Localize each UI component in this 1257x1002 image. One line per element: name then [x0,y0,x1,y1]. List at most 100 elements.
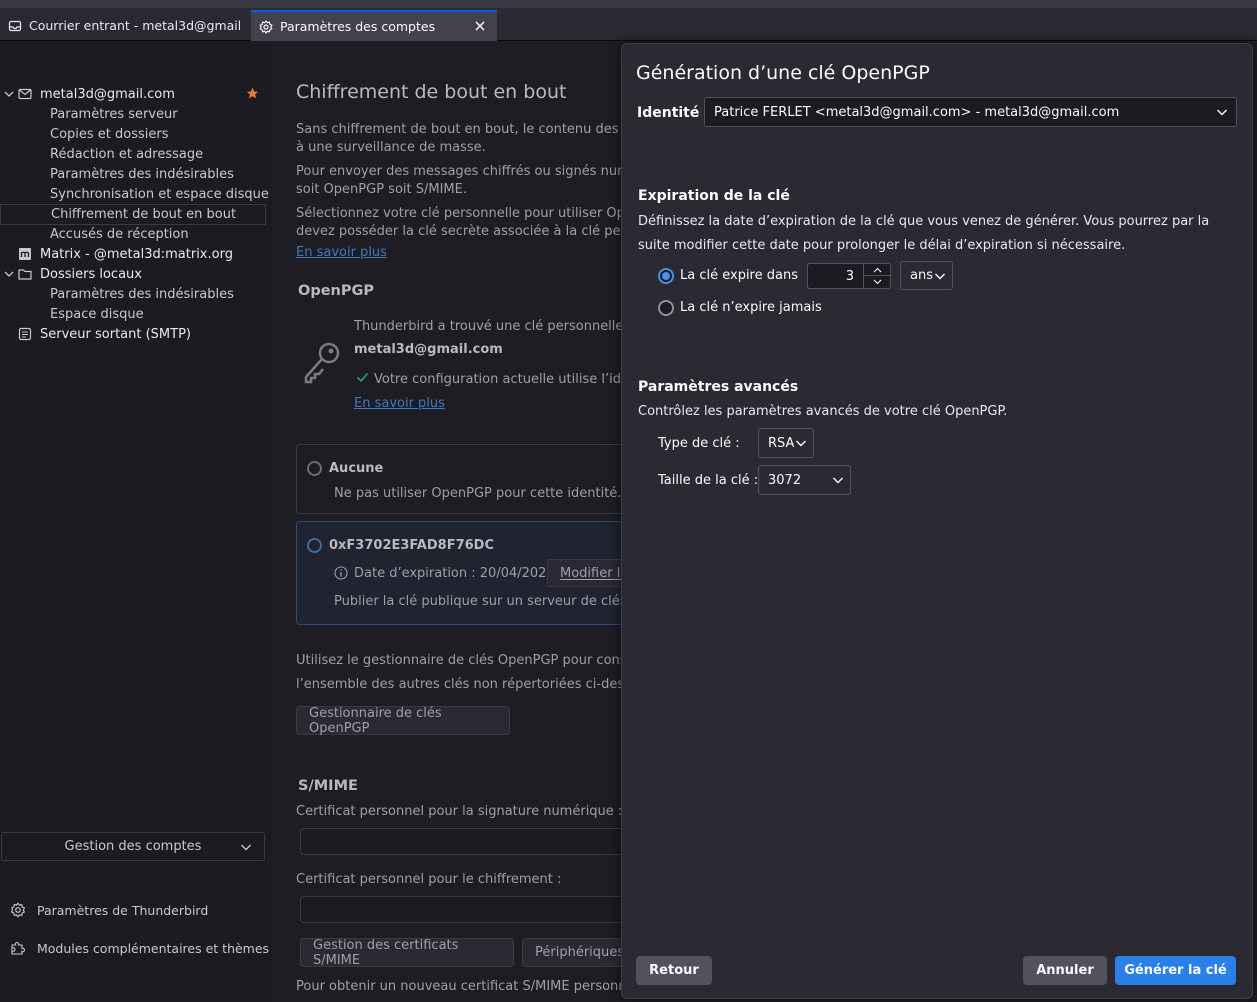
cert-sign-label: Certificat personnel pour la signature n… [296,804,623,819]
chevron-down-icon [873,279,881,285]
sidebar-item-copies-folders[interactable]: Copies et dossiers [0,124,266,144]
account-name: metal3d@gmail.com [40,86,175,102]
sidebar-item-label: Copies et dossiers [50,126,169,142]
back-label: Retour [649,963,699,978]
sidebar-item-local-junk[interactable]: Paramètres des indésirables [0,284,266,304]
expiry-years-value: 3 [845,269,854,284]
chevron-up-icon [873,267,881,272]
tab-inbox[interactable]: Courrier entrant - metal3d@gmail.com [0,10,248,41]
sidebar-item-receipts[interactable]: Accusés de réception [0,224,266,244]
chevron-down-icon [241,844,251,851]
devices-label: Périphériques [535,945,625,960]
found-key-text: Thunderbird a trouvé une clé personnelle… [354,319,638,334]
radio-expires-in[interactable] [658,268,674,284]
sidebar-item-local-disk[interactable]: Espace disque [0,304,266,324]
intro-text-1b: à une surveillance de masse. [296,140,486,155]
matrix-account-row[interactable]: Matrix - @metal3d:matrix.org [0,244,266,264]
generate-key-button[interactable]: Générer la clé [1115,956,1236,985]
smtp-row[interactable]: Serveur sortant (SMTP) [0,324,266,344]
gear-icon [10,902,26,918]
cert-enc-label: Certificat personnel pour le chiffrement… [296,872,562,887]
sidebar-item-label: Paramètres serveur [50,106,178,122]
config-status-text: Votre configuration actuelle utilise l’i… [374,372,638,387]
close-icon[interactable] [473,19,487,33]
intro-text-2b: soit OpenPGP soit S/MIME. [296,182,467,197]
generate-label: Générer la clé [1124,963,1227,978]
radio-never-expires[interactable] [658,300,674,316]
key-icon [304,342,340,384]
checkmark-icon [356,372,369,383]
back-button[interactable]: Retour [636,956,712,985]
dialog-title: Génération d’une clé OpenPGP [636,62,930,84]
matrix-icon [19,248,31,260]
sidebar-item-label: Chiffrement de bout en bout [51,207,237,222]
sidebar-item-e2ee[interactable]: Chiffrement de bout en bout [0,204,266,225]
cert-sign-field[interactable] [300,828,640,855]
sidebar-item-sync-disk[interactable]: Synchronisation et espace disque [0,184,269,204]
intro-text-2a: Pour envoyer des messages chiffrés ou si… [296,164,638,179]
expiry-unit-value: ans [910,268,933,283]
addons-link[interactable]: Modules complémentaires et thèmes [10,938,269,958]
intro-text-3a: Sélectionnez votre clé personnelle pour … [296,206,642,221]
manage-accounts-label: Gestion des comptes [64,839,202,854]
expiry-date-text: Date d’expiration : 20/04/2025 [354,566,555,581]
option-none-card[interactable]: Aucune Ne pas utiliser OpenPGP pour cett… [296,444,636,514]
expiry-description: Définissez la date d’expiration de la cl… [638,214,1210,253]
mail-account-icon [18,88,32,100]
smime-cert-management-button[interactable]: Gestion des certificats S/MIME [300,937,514,968]
key-type-label: Type de clé : [658,436,740,451]
key-size-select[interactable]: 3072 [758,465,851,495]
sidebar-item-label: Accusés de réception [50,226,189,242]
cert-mgmt-label: Gestion des certificats S/MIME [313,937,459,968]
openpgp-heading: OpenPGP [298,283,375,299]
chevron-down-icon[interactable] [4,269,14,279]
manage-accounts-button[interactable]: Gestion des comptes [1,832,265,861]
inbox-icon [8,20,22,31]
expiry-unit-select[interactable]: ans [900,261,953,290]
option-key-card[interactable]: 0xF3702E3FAD8F76DC Date d’expiration : 2… [296,521,647,625]
radio-none[interactable] [307,461,322,476]
account-row[interactable]: metal3d@gmail.com [0,84,266,104]
chevron-down-icon[interactable] [4,89,14,99]
openpgp-key-manager-button[interactable]: Gestionnaire de clés OpenPGP [296,706,510,736]
expiry-years-stepper[interactable]: 3 [807,263,891,289]
identity-select[interactable]: Patrice FERLET <metal3d@gmail.com> - met… [704,97,1237,127]
chevron-down-icon [796,440,806,447]
key-type-select[interactable]: RSA [758,428,814,458]
option-none-desc: Ne pas utiliser OpenPGP pour cette ident… [334,486,622,501]
local-folders-row[interactable]: Dossiers locaux [0,264,266,284]
never-expires-label[interactable]: La clé n’expire jamais [680,300,822,315]
chevron-down-icon [1217,109,1227,116]
folder-icon [18,269,32,280]
thunderbird-settings-link[interactable]: Paramètres de Thunderbird [10,900,208,920]
matrix-account-name: Matrix - @metal3d:matrix.org [40,246,233,262]
cancel-button[interactable]: Annuler [1023,956,1107,985]
key-type-value: RSA [768,435,795,451]
cert-enc-field[interactable] [300,896,640,923]
sidebar-item-junk[interactable]: Paramètres des indésirables [0,164,266,184]
sidebar-item-server-settings[interactable]: Paramètres serveur [0,104,266,124]
identity-email: metal3d@gmail.com [354,342,503,357]
key-size-value: 3072 [768,472,802,488]
tab-account-settings[interactable]: Paramètres des comptes [251,10,497,41]
publish-key-text: Publier la clé publique sur un serveur d… [334,594,639,609]
addons-label: Modules complémentaires et thèmes [37,940,270,956]
learn-more-link[interactable]: En savoir plus [296,245,387,260]
intro-text-1a: Sans chiffrement de bout en bout, le con… [296,122,651,137]
sidebar-item-label: Espace disque [50,306,144,322]
expires-in-label[interactable]: La clé expire dans [680,268,798,283]
sidebar-item-composition[interactable]: Rédaction et adressage [0,144,266,164]
tab-bar: Courrier entrant - metal3d@gmail.com Par… [0,0,1257,41]
increment-button[interactable] [864,264,890,276]
puzzle-icon [11,942,25,955]
modify-label: Modifier la [560,565,629,581]
advanced-heading: Paramètres avancés [638,379,799,395]
smime-heading: S/MIME [298,778,358,794]
sidebar-item-label: Paramètres des indésirables [50,286,234,302]
radio-key[interactable] [307,538,322,553]
account-sidebar: metal3d@gmail.com Paramètres serveur Cop… [0,41,272,1002]
outgoing-server-icon [18,327,32,341]
expiry-heading: Expiration de la clé [638,188,790,204]
learn-more-link-2[interactable]: En savoir plus [354,396,445,411]
decrement-button[interactable] [864,276,890,288]
